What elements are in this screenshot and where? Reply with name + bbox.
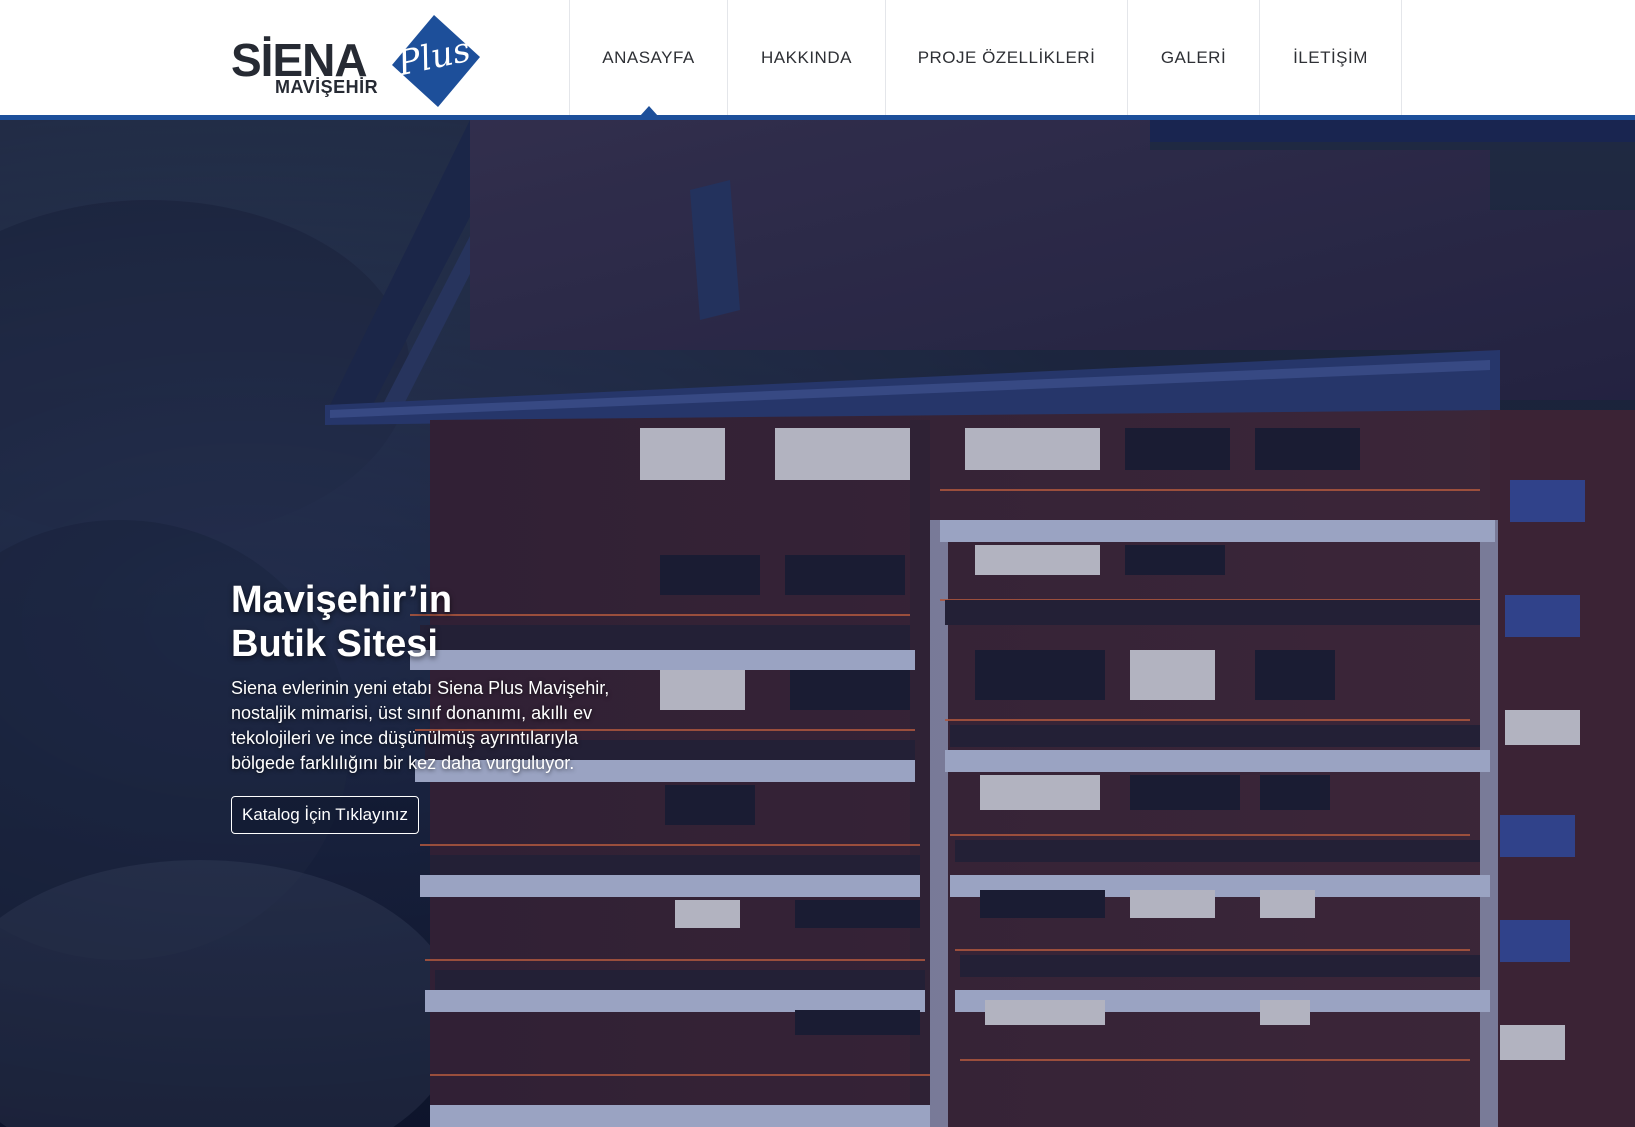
hero-title: Mavişehir’in Butik Sitesi	[231, 578, 631, 666]
nav-item-label: PROJE ÖZELLİKLERİ	[917, 47, 1096, 67]
nav-item-label: ANASAYFA	[602, 47, 695, 67]
nav-item-label: HAKKINDA	[761, 47, 852, 67]
hero-banner: Mavişehir’in Butik Sitesi Siena evlerini…	[0, 120, 1635, 1127]
site-header: Plus SİENA MAVİŞEHİR ANASAYFA HAKKINDA P…	[0, 0, 1635, 120]
nav-item-label: İLETİŞİM	[1293, 47, 1368, 67]
nav-item-label: GALERİ	[1160, 47, 1227, 67]
logo-subtitle: MAVİŞEHİR	[275, 77, 379, 97]
site-logo[interactable]: Plus SİENA MAVİŞEHİR	[231, 10, 480, 110]
nav-item-proje-ozellikleri[interactable]: PROJE ÖZELLİKLERİ	[885, 0, 1127, 115]
hero-content: Mavişehir’in Butik Sitesi Siena evlerini…	[231, 578, 631, 834]
main-nav: ANASAYFA HAKKINDA PROJE ÖZELLİKLERİ GALE…	[569, 0, 1402, 116]
nav-item-hakkinda[interactable]: HAKKINDA	[727, 0, 885, 115]
catalog-button[interactable]: Katalog İçin Tıklayınız	[231, 796, 419, 834]
hero-title-line1: Mavişehir’in	[231, 579, 453, 621]
nav-item-iletisim[interactable]: İLETİŞİM	[1259, 0, 1402, 115]
nav-item-galeri[interactable]: GALERİ	[1127, 0, 1259, 115]
hero-title-line2: Butik Sitesi	[231, 623, 438, 665]
active-indicator-caret	[639, 106, 658, 116]
hero-description: Siena evlerinin yeni etabı Siena Plus Ma…	[231, 678, 610, 773]
nav-item-anasayfa[interactable]: ANASAYFA	[569, 0, 727, 116]
